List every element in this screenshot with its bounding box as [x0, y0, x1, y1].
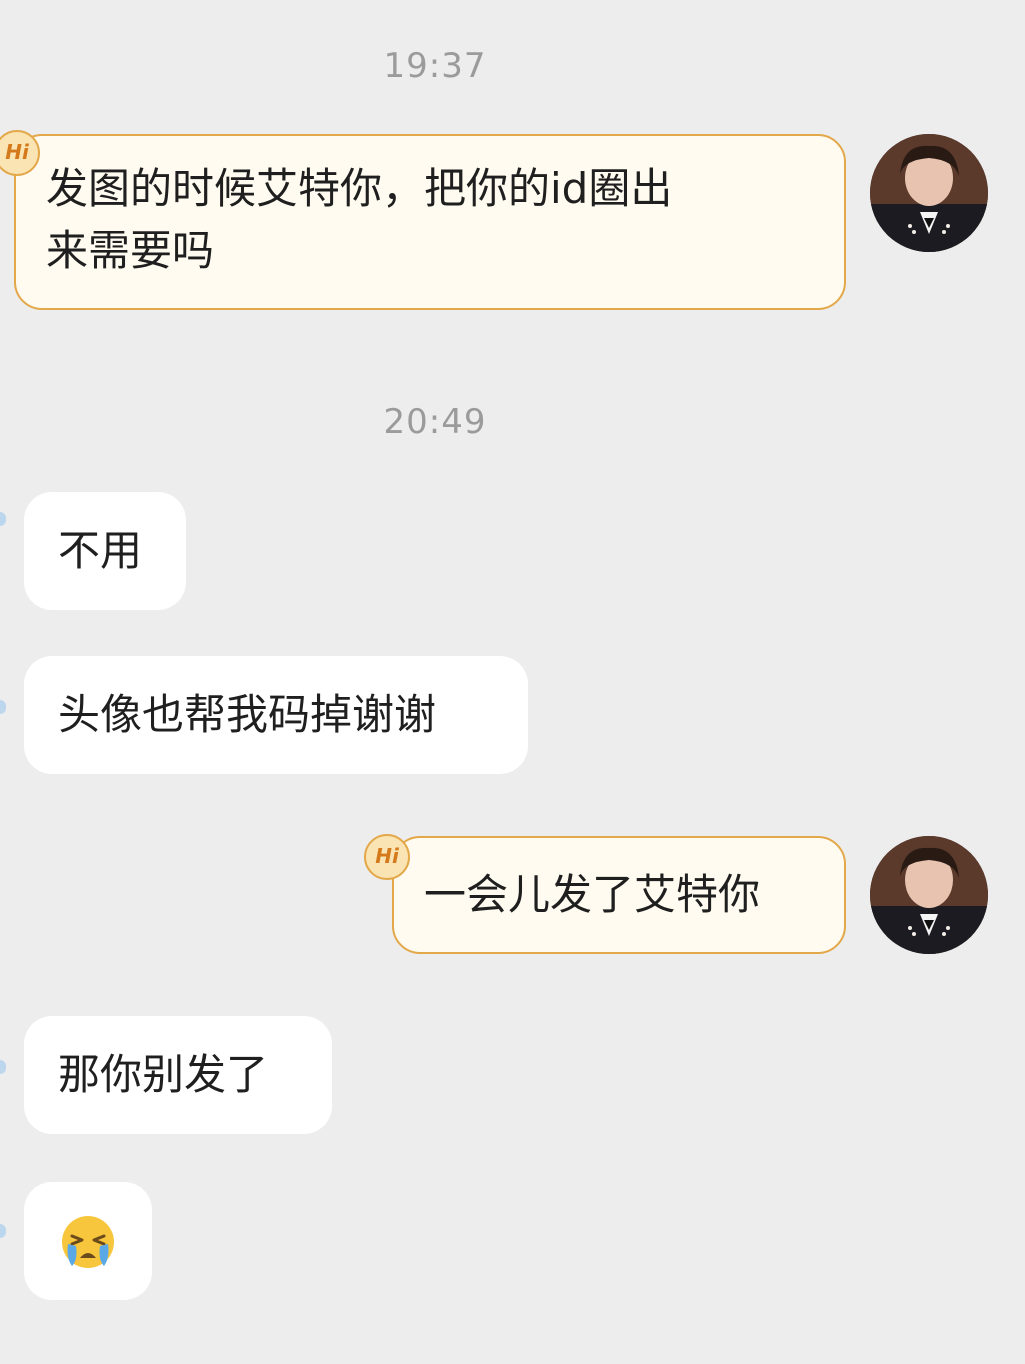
- avatar-portrait-icon: [870, 134, 988, 252]
- avatar-edge: [0, 1060, 6, 1074]
- crying-face-icon: [62, 1216, 114, 1268]
- hi-badge-icon: Hi: [364, 834, 410, 880]
- avatar[interactable]: [870, 836, 988, 954]
- message-bubble-self[interactable]: 发图的时候艾特你，把你的id圈出 来需要吗: [14, 134, 846, 310]
- message-bubble-other[interactable]: 不用: [24, 492, 186, 610]
- message-text: 一会儿发了艾特你: [424, 870, 761, 919]
- avatar-edge: [0, 700, 6, 714]
- avatar-portrait-icon: [870, 836, 988, 954]
- message-text: 那你别发了: [58, 1050, 269, 1099]
- message-bubble-other[interactable]: 那你别发了: [24, 1016, 332, 1134]
- message-text: 头像也帮我码掉谢谢: [58, 690, 437, 739]
- message-text: 发图的时候艾特你，把你的id圈出 来需要吗: [46, 164, 673, 275]
- message-bubble-other[interactable]: 头像也帮我码掉谢谢: [24, 656, 528, 774]
- message-bubble-self[interactable]: 一会儿发了艾特你: [392, 836, 846, 954]
- chat-view: 19:37 发图的时候艾特你，把你的id圈出 来需要吗 Hi 20:49 不用: [0, 0, 1025, 1364]
- message-text: 不用: [58, 526, 143, 575]
- avatar-edge: [0, 512, 6, 526]
- avatar[interactable]: [870, 134, 988, 252]
- avatar-edge: [0, 1224, 6, 1238]
- timestamp: 20:49: [383, 402, 487, 442]
- timestamp: 19:37: [383, 46, 487, 86]
- message-bubble-other[interactable]: [24, 1182, 152, 1300]
